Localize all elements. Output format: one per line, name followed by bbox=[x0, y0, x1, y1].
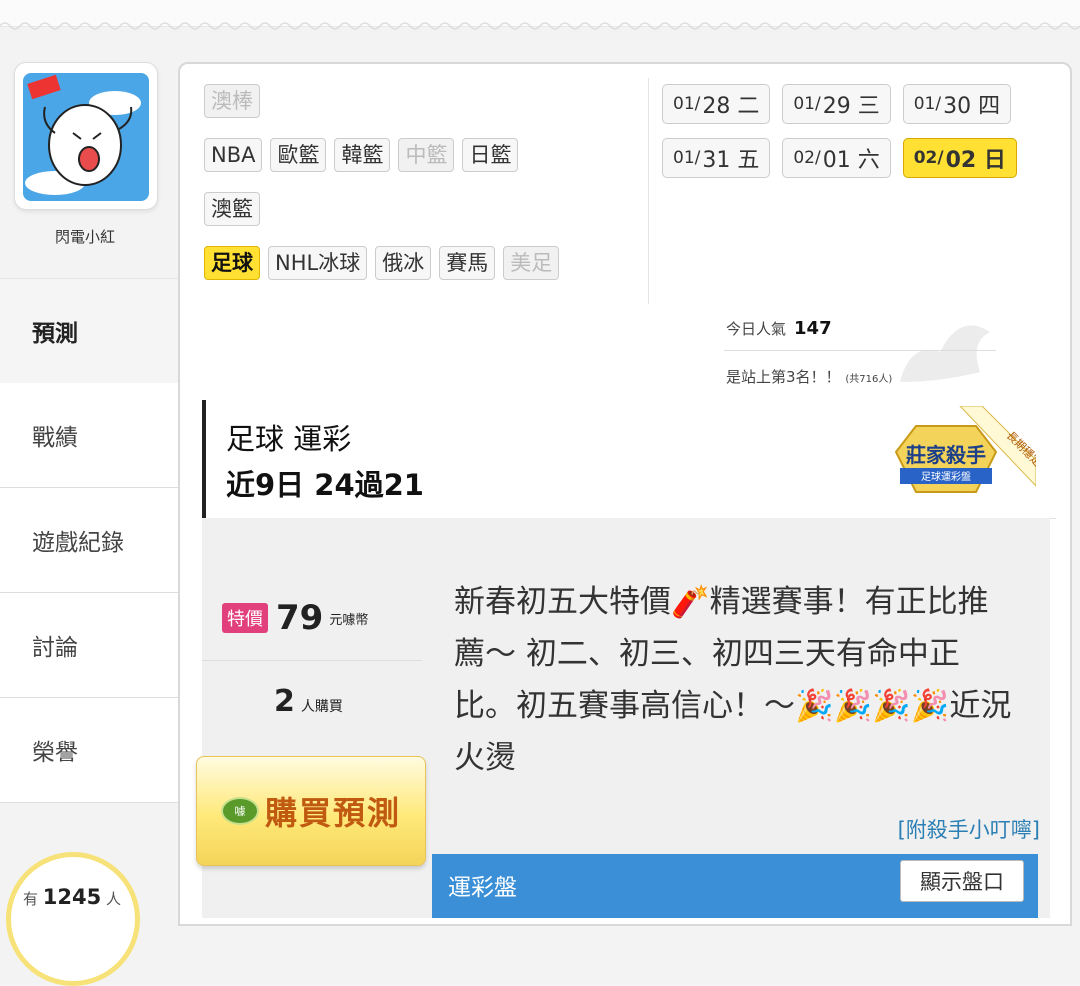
svg-text:足球運彩盤: 足球運彩盤 bbox=[921, 470, 971, 483]
nav-item-record[interactable]: 戰績 bbox=[0, 383, 178, 488]
date-selector: 01/28 二 01/29 三 01/30 四 01/31 五 02/01 六 … bbox=[662, 84, 1042, 178]
filter-divider bbox=[648, 78, 649, 304]
nav-item-honors[interactable]: 榮譽 bbox=[0, 698, 178, 803]
offer-body: 特價 79 元噱幣 2 人購買 噱 購買預測 新春初五大特價🧨精選賽事！有正比推薦～ … bbox=[196, 518, 1050, 918]
tag-soccer[interactable]: 足球 bbox=[204, 246, 260, 280]
lottery-odds-bar: 運彩盤 顯示盤口 bbox=[432, 854, 1038, 918]
category-title: 足球 運彩 bbox=[226, 422, 352, 456]
tag-china-basketball[interactable]: 中籃 bbox=[398, 138, 455, 172]
date-0201[interactable]: 02/01 六 bbox=[782, 138, 891, 178]
price-divider bbox=[202, 660, 422, 661]
special-badge: 特價 bbox=[222, 603, 268, 633]
top-decorative-border bbox=[0, 0, 1080, 30]
coin-icon: 噱 bbox=[220, 797, 259, 825]
prediction-header: 足球 運彩 近9日 24過21 莊家殺手 足球運彩盤 長期穩定 bbox=[202, 400, 1056, 519]
banker-killer-badge-icon: 莊家殺手 足球運彩盤 長期穩定 bbox=[894, 406, 1036, 493]
date-0131[interactable]: 01/31 五 bbox=[662, 138, 771, 178]
decorative-mascot-icon bbox=[900, 325, 990, 382]
buy-button-label: 購買預測 bbox=[264, 794, 401, 832]
date-0202[interactable]: 02/02 日 bbox=[902, 138, 1017, 178]
buyers-count: 2 人購買 bbox=[274, 684, 343, 719]
nav-item-discussion[interactable]: 討論 bbox=[0, 593, 178, 698]
record-summary: 近9日 24過21 bbox=[226, 468, 424, 502]
tag-american-football[interactable]: 美足 bbox=[503, 246, 560, 280]
tag-nhl[interactable]: NHL冰球 bbox=[268, 246, 368, 280]
date-0130[interactable]: 01/30 四 bbox=[902, 84, 1012, 124]
price-unit: 元噱幣 bbox=[329, 612, 369, 628]
popularity-value: 147 bbox=[794, 318, 832, 339]
counter-value: 1245 bbox=[42, 885, 102, 909]
rank-line: 是站上第3名！！ (共716人) bbox=[726, 368, 893, 386]
prediction-panel: 澳棒 NBA 歐籃 韓籃 中籃 日籃 澳籃 足球 NHL冰球 俄冰 賽馬 美足 … bbox=[178, 62, 1072, 926]
tag-russia-hockey[interactable]: 俄冰 bbox=[375, 246, 432, 280]
counter-suffix: 人 bbox=[106, 890, 122, 908]
visitor-counter: 有 1245 人 bbox=[6, 852, 140, 986]
profile-nav: 預測 戰績 遊戲紀錄 討論 榮譽 bbox=[0, 278, 178, 803]
user-name: 閃電小紅 bbox=[54, 228, 115, 246]
counter-prefix: 有 bbox=[23, 890, 39, 908]
nav-item-game-history[interactable]: 遊戲紀錄 bbox=[0, 488, 178, 593]
odds-bar-title: 運彩盤 bbox=[448, 875, 517, 901]
tag-aus-baseball[interactable]: 澳棒 bbox=[204, 84, 260, 118]
date-0129[interactable]: 01/29 三 bbox=[782, 84, 891, 124]
popularity-divider bbox=[724, 350, 996, 351]
tag-korea-basketball[interactable]: 韓籃 bbox=[334, 138, 391, 172]
price-row: 特價 79 元噱幣 bbox=[222, 598, 368, 638]
sport-filter: 澳棒 NBA 歐籃 韓籃 中籃 日籃 澳籃 足球 NHL冰球 俄冰 賽馬 美足 bbox=[204, 84, 644, 300]
tag-japan-basketball[interactable]: 日籃 bbox=[462, 138, 519, 172]
show-odds-button[interactable]: 顯示盤口 bbox=[900, 860, 1024, 902]
buy-prediction-button[interactable]: 噱 購買預測 bbox=[196, 756, 426, 866]
profile-sidebar: 閃電小紅 預測 戰績 遊戲紀錄 討論 榮譽 有 1245 人 bbox=[0, 60, 178, 986]
killer-tips-link[interactable]: [附殺手小叮嚀] bbox=[898, 814, 1040, 844]
avatar[interactable] bbox=[14, 62, 158, 210]
date-0128[interactable]: 01/28 二 bbox=[662, 84, 771, 124]
tag-aus-basketball[interactable]: 澳籃 bbox=[204, 192, 260, 226]
prediction-description: 新春初五大特價🧨精選賽事！有正比推薦～ 初二、初三、初四三天有命中正比。初五賽事… bbox=[454, 584, 1012, 776]
price-value: 79 bbox=[276, 598, 324, 638]
tag-horse-racing[interactable]: 賽馬 bbox=[439, 246, 496, 280]
tag-euro-basketball[interactable]: 歐籃 bbox=[270, 138, 327, 172]
svg-text:莊家殺手: 莊家殺手 bbox=[906, 443, 986, 467]
nav-item-predictions[interactable]: 預測 bbox=[0, 278, 178, 383]
popularity-line: 今日人氣 147 bbox=[726, 318, 832, 339]
tag-nba[interactable]: NBA bbox=[204, 138, 263, 172]
